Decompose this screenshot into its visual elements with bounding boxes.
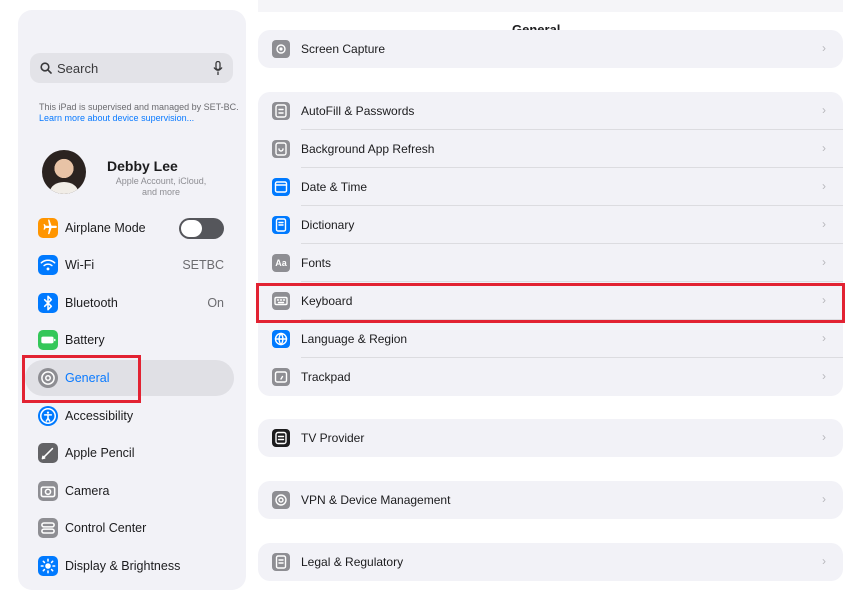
highlight-general bbox=[22, 355, 141, 403]
sidebar-item-value: On bbox=[207, 296, 224, 310]
settings-row-fonts[interactable]: Aa Fonts › bbox=[258, 244, 843, 282]
chevron-right-icon: › bbox=[822, 255, 826, 269]
chevron-right-icon: › bbox=[822, 217, 826, 231]
settings-row-date-time[interactable]: Date & Time › bbox=[258, 168, 843, 206]
sidebar-item-label: Control Center bbox=[65, 521, 147, 535]
settings-row-tv-provider[interactable]: TV Provider › bbox=[258, 419, 843, 457]
top-partial-row bbox=[258, 0, 843, 12]
settings-row-dictionary[interactable]: Dictionary › bbox=[258, 206, 843, 244]
sidebar-item-apple-pencil[interactable]: Apple Pencil bbox=[18, 435, 246, 471]
sidebar-item-camera[interactable]: Camera bbox=[18, 473, 246, 509]
settings-row-label: Trackpad bbox=[301, 370, 351, 384]
supervision-note: This iPad is supervised and managed by S… bbox=[39, 102, 239, 123]
brightness-icon bbox=[38, 556, 58, 576]
search-placeholder: Search bbox=[57, 60, 99, 76]
sidebar: Search This iPad is supervised and manag… bbox=[18, 10, 246, 590]
supervision-note-text: This iPad is supervised and managed by S… bbox=[39, 102, 239, 112]
sidebar-item-battery[interactable]: Battery bbox=[18, 322, 246, 358]
profile-name: Debby Lee bbox=[107, 158, 178, 174]
settings-row-legal-regulatory[interactable]: Legal & Regulatory › bbox=[258, 543, 843, 581]
chevron-right-icon: › bbox=[822, 369, 826, 383]
globe-icon bbox=[272, 330, 290, 348]
sidebar-item-label: Battery bbox=[65, 333, 105, 347]
sidebar-item-label: Camera bbox=[65, 484, 110, 498]
settings-row-label: Background App Refresh bbox=[301, 142, 435, 156]
settings-group: AutoFill & Passwords › Background App Refr… bbox=[258, 92, 843, 396]
settings-group: VPN & Device Management › bbox=[258, 481, 843, 519]
settings-row-label: VPN & Device Management bbox=[301, 493, 451, 507]
settings-row-screen-capture[interactable]: Screen Capture › bbox=[258, 30, 843, 68]
settings-row-label: Screen Capture bbox=[301, 42, 386, 56]
sidebar-item-label: Airplane Mode bbox=[65, 221, 146, 235]
settings-row-label: Date & Time bbox=[301, 180, 368, 194]
avatar bbox=[42, 150, 86, 194]
highlight-keyboard bbox=[256, 283, 845, 323]
microphone-icon[interactable] bbox=[213, 61, 223, 76]
camera-icon bbox=[38, 481, 58, 501]
sidebar-item-label: Bluetooth bbox=[65, 296, 118, 310]
settings-row-label: Fonts bbox=[301, 256, 332, 270]
calendar-icon bbox=[272, 178, 290, 196]
vpn-icon bbox=[272, 491, 290, 509]
airplane-icon bbox=[38, 218, 58, 238]
refresh-icon bbox=[272, 140, 290, 158]
settings-row-vpn-device-management[interactable]: VPN & Device Management › bbox=[258, 481, 843, 519]
settings-row-language-region[interactable]: Language & Region › bbox=[258, 320, 843, 358]
sidebar-item-value: SETBC bbox=[182, 258, 224, 272]
sidebar-item-label: Display & Brightness bbox=[65, 559, 181, 573]
profile-row[interactable]: Debby Lee Apple Account, iCloud, and mor… bbox=[42, 150, 242, 202]
toggle-knob bbox=[181, 220, 202, 237]
control-center-icon bbox=[38, 518, 58, 538]
trackpad-icon bbox=[272, 368, 290, 386]
chevron-right-icon: › bbox=[822, 331, 826, 345]
accessibility-icon bbox=[38, 406, 58, 426]
settings-group: Legal & Regulatory › bbox=[258, 543, 843, 581]
settings-row-label: Legal & Regulatory bbox=[301, 555, 404, 569]
settings-row-autofill-passwords[interactable]: AutoFill & Passwords › bbox=[258, 92, 843, 130]
legal-icon bbox=[272, 553, 290, 571]
airplane-mode-toggle[interactable] bbox=[179, 218, 224, 239]
settings-row-label: Language & Region bbox=[301, 332, 408, 346]
key-icon bbox=[272, 102, 290, 120]
sidebar-item-label: Accessibility bbox=[65, 409, 134, 423]
profile-subtitle: Apple Account, iCloud, and more bbox=[115, 176, 207, 197]
chevron-right-icon: › bbox=[822, 492, 826, 506]
sidebar-item-airplane-mode[interactable]: Airplane Mode bbox=[18, 210, 246, 246]
chevron-right-icon: › bbox=[822, 554, 826, 568]
sidebar-item-bluetooth[interactable]: Bluetooth On bbox=[18, 285, 246, 321]
sidebar-item-control-center[interactable]: Control Center bbox=[18, 510, 246, 546]
settings-group: Screen Capture › bbox=[258, 30, 843, 68]
bluetooth-icon bbox=[38, 293, 58, 313]
pencil-icon bbox=[38, 443, 58, 463]
sidebar-item-accessibility[interactable]: Accessibility bbox=[18, 398, 246, 434]
battery-icon bbox=[38, 330, 58, 350]
screen-capture-icon bbox=[272, 40, 290, 58]
search-field[interactable]: Search bbox=[30, 53, 233, 83]
chevron-right-icon: › bbox=[822, 141, 826, 155]
sidebar-item-wi-fi[interactable]: Wi-Fi SETBC bbox=[18, 247, 246, 283]
chevron-right-icon: › bbox=[822, 430, 826, 444]
sidebar-item-label: Wi-Fi bbox=[65, 258, 95, 272]
chevron-right-icon: › bbox=[822, 179, 826, 193]
sidebar-item-display-brightness[interactable]: Display & Brightness bbox=[18, 548, 246, 584]
tv-provider-icon bbox=[272, 429, 290, 447]
wifi-icon bbox=[38, 255, 58, 275]
chevron-right-icon: › bbox=[822, 41, 826, 55]
book-icon bbox=[272, 216, 290, 234]
settings-row-trackpad[interactable]: Trackpad › bbox=[258, 358, 843, 396]
supervision-link[interactable]: Learn more about device supervision... bbox=[39, 113, 194, 123]
sidebar-item-label: Apple Pencil bbox=[65, 446, 135, 460]
chevron-right-icon: › bbox=[822, 103, 826, 117]
settings-row-label: Dictionary bbox=[301, 218, 355, 232]
fonts-icon: Aa bbox=[272, 254, 290, 272]
search-icon bbox=[40, 62, 52, 74]
settings-group: TV Provider › bbox=[258, 419, 843, 457]
settings-row-label: AutoFill & Passwords bbox=[301, 104, 415, 118]
settings-row-label: TV Provider bbox=[301, 431, 365, 445]
settings-row-background-app-refresh[interactable]: Background App Refresh › bbox=[258, 130, 843, 168]
